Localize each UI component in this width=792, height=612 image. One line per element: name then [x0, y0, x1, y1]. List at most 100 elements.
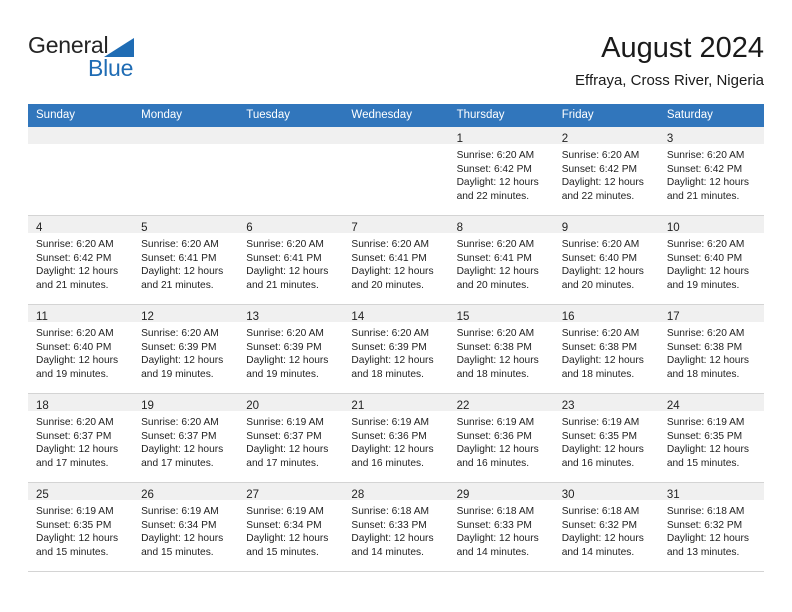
calendar-day-cell[interactable]: 6 Sunrise: 6:20 AM Sunset: 6:41 PM Daylight…: [238, 215, 344, 305]
calendar-day-cell[interactable]: 17 Sunrise: 6:20 AM Sunset: 6:38 PM Dayligh…: [658, 304, 764, 394]
day-cell-body: [343, 144, 448, 149]
daylight-text-line2: and 15 minutes.: [246, 546, 319, 558]
day-number: 26: [141, 489, 154, 501]
calendar-day-cell[interactable]: 9 Sunrise: 6:20 AM Sunset: 6:40 PM Daylight…: [553, 215, 659, 305]
sunrise-text: Sunrise: 6:19 AM: [141, 506, 219, 517]
weekday-header-wednesday: Wednesday: [343, 104, 449, 127]
daylight-text-line2: and 16 minutes.: [456, 457, 530, 469]
sunset-text: Sunset: 6:32 PM: [561, 519, 638, 531]
brand-name-blue: Blue: [88, 55, 134, 81]
day-number-band: 26: [133, 483, 239, 501]
calendar-day-cell[interactable]: 26 Sunrise: 6:19 AM Sunset: 6:34 PM Dayligh…: [133, 482, 239, 572]
sunrise-text: Sunrise: 6:20 AM: [246, 239, 324, 250]
calendar-day-cell[interactable]: 1 Sunrise: 6:20 AM Sunset: 6:42 PM Daylight…: [448, 126, 554, 216]
calendar-day-cell[interactable]: 14 Sunrise: 6:20 AM Sunset: 6:39 PM Dayligh…: [343, 304, 449, 394]
sunset-text: Sunset: 6:42 PM: [561, 163, 638, 175]
brand-logo[interactable]: General Blue: [28, 30, 198, 90]
calendar-body: 1 Sunrise: 6:20 AM Sunset: 6:42 PM Daylight…: [28, 126, 764, 572]
calendar-cell-empty: [133, 126, 239, 216]
weekday-header-sunday: Sunday: [28, 104, 134, 127]
calendar-week-row: 4 Sunrise: 6:20 AM Sunset: 6:42 PM Daylight…: [28, 215, 764, 305]
sunset-text: Sunset: 6:37 PM: [36, 430, 112, 442]
day-number: 25: [36, 489, 49, 501]
daylight-text-line1: Daylight: 12 hours: [351, 266, 434, 278]
calendar-day-cell[interactable]: 5 Sunrise: 6:20 AM Sunset: 6:41 PM Daylight…: [133, 215, 239, 305]
calendar-day-cell[interactable]: 29 Sunrise: 6:18 AM Sunset: 6:33 PM Dayligh…: [448, 482, 554, 572]
calendar-day-cell[interactable]: 22 Sunrise: 6:19 AM Sunset: 6:36 PM Dayligh…: [448, 393, 554, 483]
sunrise-text: Sunrise: 6:20 AM: [456, 239, 535, 250]
calendar-cell-empty: [343, 126, 449, 216]
calendar-day-cell[interactable]: 19 Sunrise: 6:20 AM Sunset: 6:37 PM Dayligh…: [133, 393, 239, 483]
daylight-text-line1: Daylight: 12 hours: [666, 266, 749, 278]
calendar-day-cell[interactable]: 15 Sunrise: 6:20 AM Sunset: 6:38 PM Dayligh…: [448, 304, 554, 394]
day-number: 30: [561, 489, 575, 501]
day-number: 6: [246, 222, 253, 234]
calendar-day-cell[interactable]: 31 Sunrise: 6:18 AM Sunset: 6:32 PM Dayligh…: [658, 482, 764, 572]
day-number: 12: [141, 311, 154, 323]
sunset-text: Sunset: 6:37 PM: [141, 430, 217, 442]
sunset-text: Sunset: 6:35 PM: [561, 430, 638, 442]
calendar-day-cell[interactable]: 13 Sunrise: 6:20 AM Sunset: 6:39 PM Dayligh…: [238, 304, 344, 394]
calendar-day-cell[interactable]: 3 Sunrise: 6:20 AM Sunset: 6:42 PM Daylight…: [658, 126, 764, 216]
sunset-text: Sunset: 6:42 PM: [36, 252, 112, 264]
day-number: 21: [351, 400, 365, 412]
calendar-day-cell[interactable]: 27 Sunrise: 6:19 AM Sunset: 6:34 PM Dayligh…: [238, 482, 344, 572]
sunset-text: Sunset: 6:38 PM: [666, 341, 743, 353]
daylight-text-line1: Daylight: 12 hours: [561, 355, 644, 367]
day-cell-body: Sunrise: 6:20 AM Sunset: 6:41 PM Daylight:…: [133, 233, 238, 292]
day-number-band: 4: [28, 216, 134, 234]
calendar-day-cell[interactable]: 21 Sunrise: 6:19 AM Sunset: 6:36 PM Dayligh…: [343, 393, 449, 483]
day-cell-body: Sunrise: 6:18 AM Sunset: 6:33 PM Daylight:…: [343, 500, 448, 559]
day-number: 22: [456, 400, 470, 412]
calendar-day-cell[interactable]: 11 Sunrise: 6:20 AM Sunset: 6:40 PM Dayligh…: [28, 304, 134, 394]
day-number-band: 3: [658, 127, 764, 145]
calendar-day-cell[interactable]: 2 Sunrise: 6:20 AM Sunset: 6:42 PM Daylight…: [553, 126, 659, 216]
calendar-day-cell[interactable]: 18 Sunrise: 6:20 AM Sunset: 6:37 PM Dayligh…: [28, 393, 134, 483]
calendar-table: Sunday Monday Tuesday Wednesday Thursday…: [28, 104, 764, 572]
day-number-band: 29: [448, 483, 554, 501]
daylight-text-line2: and 20 minutes.: [561, 279, 635, 291]
calendar-day-cell[interactable]: 12 Sunrise: 6:20 AM Sunset: 6:39 PM Dayligh…: [133, 304, 239, 394]
daylight-text-line2: and 19 minutes.: [36, 368, 109, 380]
calendar-day-cell[interactable]: 30 Sunrise: 6:18 AM Sunset: 6:32 PM Dayligh…: [553, 482, 659, 572]
sunset-text: Sunset: 6:35 PM: [36, 519, 112, 531]
calendar-day-cell[interactable]: 4 Sunrise: 6:20 AM Sunset: 6:42 PM Daylight…: [28, 215, 134, 305]
day-number: 2: [561, 133, 569, 145]
sunrise-text: Sunrise: 6:19 AM: [456, 417, 535, 428]
day-cell-body: Sunrise: 6:19 AM Sunset: 6:37 PM Daylight:…: [238, 411, 343, 470]
calendar-day-cell[interactable]: 25 Sunrise: 6:19 AM Sunset: 6:35 PM Dayligh…: [28, 482, 134, 572]
sunrise-text: Sunrise: 6:20 AM: [456, 328, 535, 339]
weekday-header-monday: Monday: [133, 104, 239, 127]
calendar-day-cell[interactable]: 7 Sunrise: 6:20 AM Sunset: 6:41 PM Daylight…: [343, 215, 449, 305]
day-cell-body: Sunrise: 6:19 AM Sunset: 6:35 PM Daylight:…: [554, 411, 659, 470]
sunset-text: Sunset: 6:35 PM: [666, 430, 743, 442]
day-number-band: 2: [553, 127, 659, 145]
calendar-day-cell[interactable]: 23 Sunrise: 6:19 AM Sunset: 6:35 PM Dayligh…: [553, 393, 659, 483]
day-number-band: 17: [658, 305, 764, 323]
sunrise-text: Sunrise: 6:18 AM: [561, 506, 640, 517]
daylight-text-line2: and 18 minutes.: [666, 368, 740, 380]
daylight-text-line1: Daylight: 12 hours: [351, 444, 434, 456]
calendar-day-cell[interactable]: 10 Sunrise: 6:20 AM Sunset: 6:40 PM Dayligh…: [658, 215, 764, 305]
daylight-text-line2: and 17 minutes.: [246, 457, 319, 469]
calendar-day-cell[interactable]: 24 Sunrise: 6:19 AM Sunset: 6:35 PM Dayligh…: [658, 393, 764, 483]
sunrise-text: Sunrise: 6:18 AM: [351, 506, 430, 517]
daylight-text-line2: and 22 minutes.: [561, 190, 635, 202]
weekday-header-thursday: Thursday: [448, 104, 554, 127]
calendar-day-cell[interactable]: 16 Sunrise: 6:20 AM Sunset: 6:38 PM Dayligh…: [553, 304, 659, 394]
daylight-text-line2: and 18 minutes.: [456, 368, 530, 380]
calendar-day-cell[interactable]: 20 Sunrise: 6:19 AM Sunset: 6:37 PM Dayligh…: [238, 393, 344, 483]
calendar-day-cell[interactable]: 28 Sunrise: 6:18 AM Sunset: 6:33 PM Dayligh…: [343, 482, 449, 572]
daylight-text-line1: Daylight: 12 hours: [561, 177, 644, 189]
day-number-band: 10: [658, 216, 764, 234]
day-number-band: 30: [553, 483, 659, 501]
day-number: 20: [246, 400, 260, 412]
calendar-day-cell[interactable]: 8 Sunrise: 6:20 AM Sunset: 6:41 PM Daylight…: [448, 215, 554, 305]
sunset-text: Sunset: 6:40 PM: [666, 252, 743, 264]
day-number: 9: [561, 222, 569, 234]
day-number-band: 13: [238, 305, 344, 323]
day-number-band: 8: [448, 216, 554, 234]
page-title: August 2024: [601, 32, 764, 64]
sunrise-text: Sunrise: 6:18 AM: [666, 506, 745, 517]
day-number: 14: [351, 311, 365, 323]
